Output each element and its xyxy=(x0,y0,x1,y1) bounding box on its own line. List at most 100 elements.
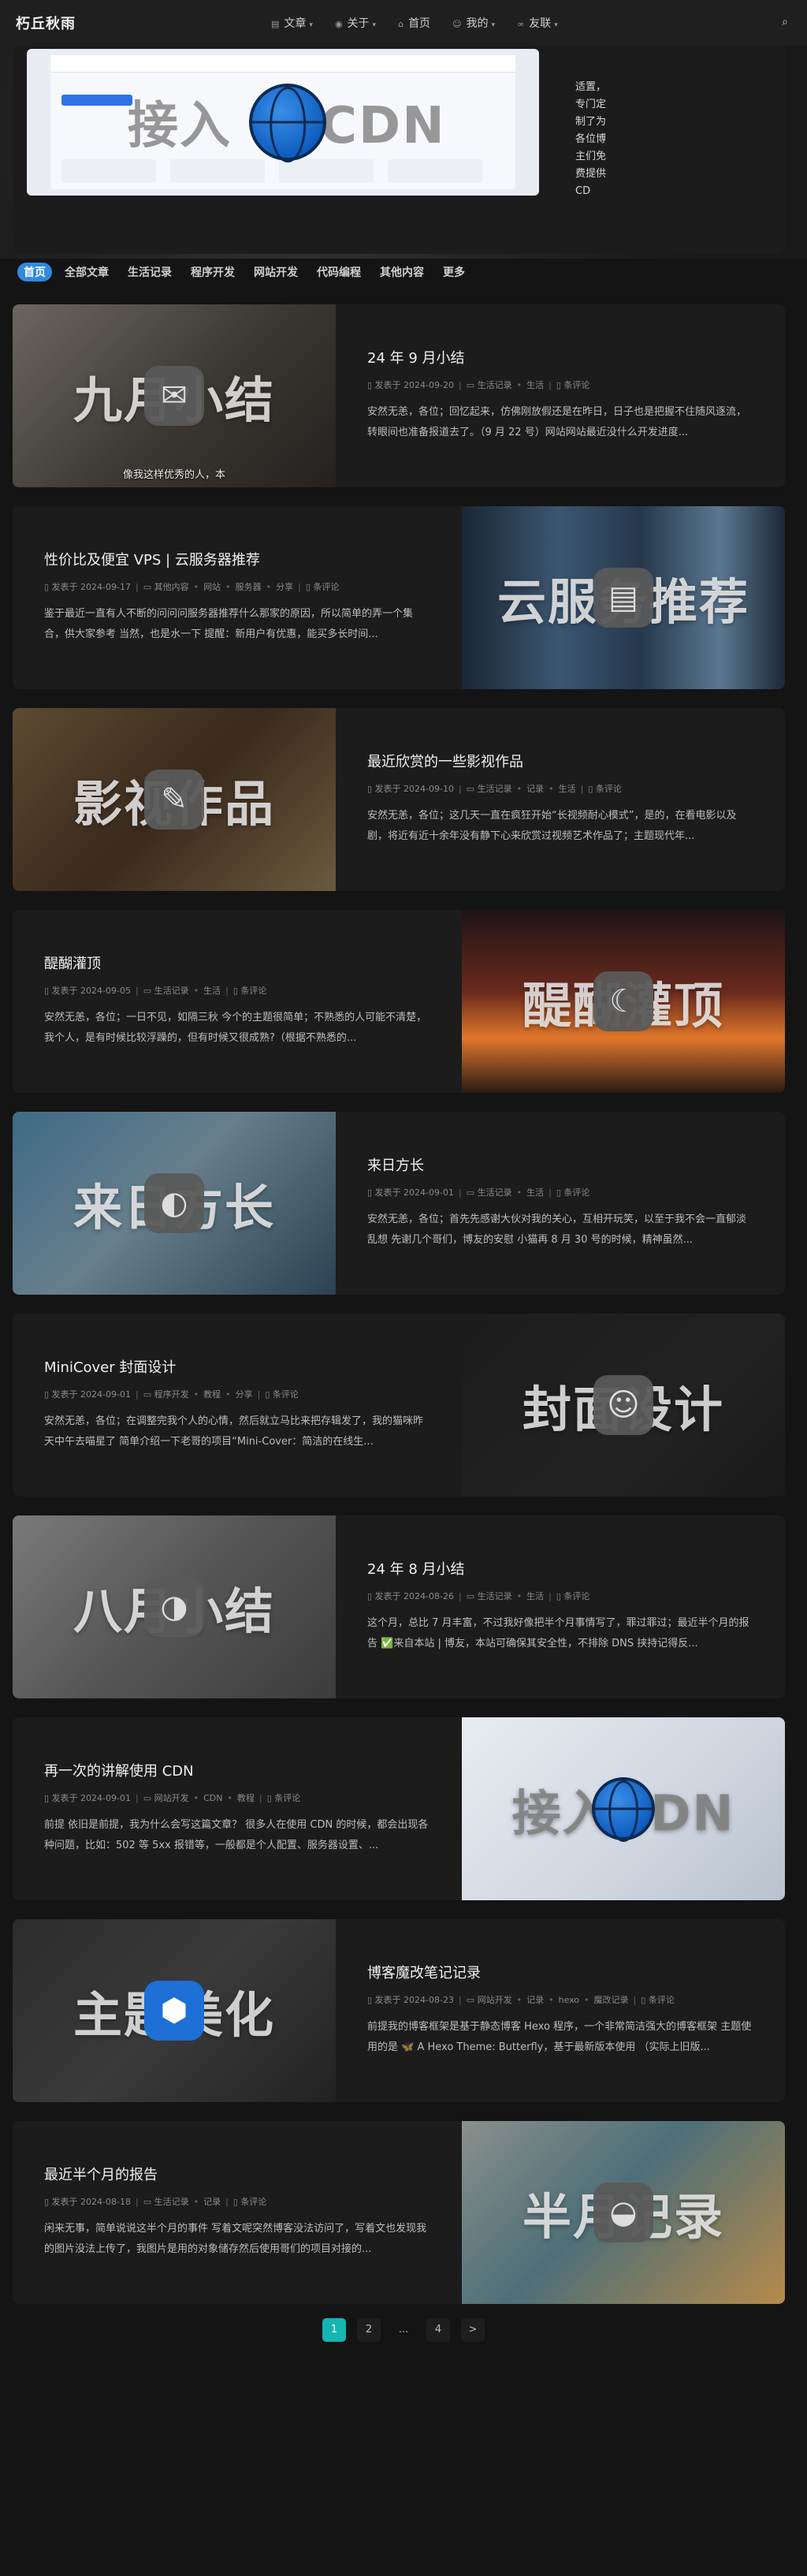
post-thumbnail[interactable]: 醍醐灌顶☾ xyxy=(462,910,785,1093)
post-comments[interactable]: ▯ 条评论 xyxy=(588,784,622,794)
page-2[interactable]: 2 xyxy=(357,2318,381,2342)
menu-item-home[interactable]: ⌂ 首页 xyxy=(398,15,430,31)
post-tag[interactable]: hexo xyxy=(559,1995,579,2005)
post-tag[interactable]: 记录 xyxy=(526,784,544,794)
menu-item-articles[interactable]: ▤ 文章 ▾ xyxy=(271,15,313,31)
post-category[interactable]: ▭ 网站开发 xyxy=(467,1995,512,2005)
featured-card[interactable]: 接入 CDN 适置，专门定制了为各位博主们免费提供CD xyxy=(13,41,785,254)
post-excerpt: 安然无恙，各位；一日不见，如隔三秋 今个的主题很简单；不熟悉的人可能不清楚，我个… xyxy=(44,1012,427,1044)
post-card[interactable]: 主题美化⬢博客魔改笔记记录▯ 发表于 2024-08-23|▭ 网站开发•记录•… xyxy=(13,1919,785,2102)
category-home[interactable]: 首页 xyxy=(17,263,52,281)
meta-separator: • xyxy=(193,1389,199,1400)
post-comments[interactable]: ▯ 条评论 xyxy=(556,380,590,390)
post-category[interactable]: ▭ 生活记录 xyxy=(467,784,512,794)
post-thumbnail[interactable]: 八月小结◑ xyxy=(13,1515,336,1698)
next-page-button[interactable]: > xyxy=(461,2318,485,2342)
post-comments[interactable]: ▯ 条评论 xyxy=(556,1187,590,1198)
post-card[interactable]: 云服务推荐▤ 性价比及便宜 VPS | 云服务器推荐 ▯ 发表于 2024-09-1… xyxy=(13,506,785,689)
post-title[interactable]: 博客魔改笔记记录 xyxy=(367,1962,755,1982)
post-tag[interactable]: CDN xyxy=(203,1793,222,1803)
post-thumbnail[interactable]: 影视作品✎ xyxy=(13,708,336,891)
post-tag[interactable]: 分享 xyxy=(276,582,293,592)
post-comments[interactable]: ▯ 条评论 xyxy=(233,2197,267,2207)
post-card[interactable]: 影视作品✎ 最近欣赏的一些影视作品 ▯ 发表于 2024-09-10 | ▭ 生活记录 •… xyxy=(13,708,785,891)
post-comments[interactable]: ▯ 条评论 xyxy=(267,1793,301,1803)
meta-separator: | xyxy=(258,1793,262,1803)
post-category[interactable]: ▭ 程序开发 xyxy=(143,1389,189,1400)
category-program[interactable]: 程序开发 xyxy=(184,263,241,281)
post-card[interactable]: 八月小结◑ 24 年 8 月小结 ▯ 发表于 2024-08-26 | ▭ 生活记录 •生… xyxy=(13,1515,785,1698)
post-category[interactable]: ▭ 其他内容 xyxy=(143,582,189,592)
post-comments[interactable]: ▯ 条评论 xyxy=(641,1995,675,2005)
post-date: ▯ 发表于 2024-09-20 xyxy=(367,380,454,390)
post-title[interactable]: 性价比及便宜 VPS | 云服务器推荐 xyxy=(44,549,432,569)
post-card[interactable]: 封面设计☺ MiniCover 封面设计 ▯ 发表于 2024-09-01 | ▭ 程序… xyxy=(13,1314,785,1497)
post-card[interactable]: 半月记录◒ 最近半个月的报告 ▯ 发表于 2024-08-18 | ▭ 生活记录 • 记录 |… xyxy=(13,2121,785,2304)
post-tag[interactable]: 魔改记录 xyxy=(594,1995,629,2005)
post-card[interactable]: 醍醐灌顶☾ 醍醐灌顶 ▯ 发表于 2024-09-05 | ▭ 生活记录 • 生活 | ▯ 条评… xyxy=(13,910,785,1093)
globe-icon xyxy=(592,1777,655,1840)
category-bar: 首页 全部文章 生活记录 程序开发 网站开发 代码编程 其他内容 更多 xyxy=(17,262,471,282)
post-category[interactable]: ▭ 生活记录 xyxy=(467,1591,512,1601)
chevron-down-icon: ▾ xyxy=(309,21,313,29)
post-card[interactable]: 来日方长◐ 来日方长 ▯ 发表于 2024-09-01 | ▭ 生活记录 •生活 | ▯ 条评… xyxy=(13,1112,785,1295)
post-tag[interactable]: 生活 xyxy=(559,784,576,794)
post-title[interactable]: 24 年 9 月小结 xyxy=(367,347,755,367)
category-other[interactable]: 其他内容 xyxy=(374,263,430,281)
post-date: ▯ 发表于 2024-09-01 xyxy=(44,1389,131,1400)
post-tag[interactable]: 生活 xyxy=(203,986,221,996)
search-icon[interactable]: ⌕ xyxy=(782,16,788,28)
post-card[interactable]: 九月小结✉像我这样优秀的人，本 24 年 9 月小结 ▯ 发表于 2024-09-2… xyxy=(13,304,785,487)
post-thumbnail[interactable]: 九月小结✉像我这样优秀的人，本 xyxy=(13,304,336,487)
post-category[interactable]: ▭ 生活记录 xyxy=(143,2197,189,2207)
post-tag[interactable]: 记录 xyxy=(203,2197,221,2207)
post-thumbnail[interactable]: 主题美化⬢ xyxy=(13,1919,336,2102)
post-tag[interactable]: 服务器 xyxy=(236,582,262,592)
post-info: 来日方长 ▯ 发表于 2024-09-01 | ▭ 生活记录 • 生活 | ▯ 条评论 安然无恙… xyxy=(336,1112,777,1295)
category-life[interactable]: 生活记录 xyxy=(121,263,178,281)
post-tag[interactable]: 生活 xyxy=(526,1187,544,1198)
category-all[interactable]: 全部文章 xyxy=(58,263,115,281)
menu-item-friends[interactable]: ∞ 友联 ▾ xyxy=(517,15,558,31)
post-title[interactable]: MiniCover 封面设计 xyxy=(44,1356,432,1377)
page-1[interactable]: 1 xyxy=(322,2318,346,2342)
menu-item-about[interactable]: ◉ 关于 ▾ xyxy=(335,15,376,31)
post-category[interactable]: ▭ 生活记录 xyxy=(143,986,189,996)
post-comments[interactable]: ▯ 条评论 xyxy=(233,986,267,996)
page-4[interactable]: 4 xyxy=(426,2318,450,2342)
post-title[interactable]: 最近欣赏的一些影视作品 xyxy=(367,751,755,771)
post-card[interactable]: 接入CDN 再一次的讲解使用 CDN ▯ 发表于 2024-09-01 | ▭ 网站开发… xyxy=(13,1717,785,1900)
post-thumbnail[interactable]: 封面设计☺ xyxy=(462,1314,785,1497)
post-tag[interactable]: 分享 xyxy=(236,1389,253,1400)
category-code[interactable]: 代码编程 xyxy=(311,263,367,281)
post-tag[interactable]: 生活 xyxy=(526,1591,544,1601)
post-tag[interactable]: 教程 xyxy=(203,1389,221,1400)
post-title[interactable]: 24 年 8 月小结 xyxy=(367,1558,755,1579)
post-title[interactable]: 再一次的讲解使用 CDN xyxy=(44,1760,432,1780)
post-thumbnail[interactable]: 接入CDN xyxy=(462,1717,785,1900)
post-tag[interactable]: 教程 xyxy=(237,1793,255,1803)
category-more[interactable]: 更多 xyxy=(437,263,471,281)
post-info: 24 年 8 月小结 ▯ 发表于 2024-08-26 | ▭ 生活记录 • 生活 | ▯ 条… xyxy=(336,1515,777,1698)
post-title[interactable]: 醍醐灌顶 xyxy=(44,952,432,973)
post-tag[interactable]: 记录 xyxy=(526,1995,544,2005)
menu-item-mine[interactable]: ☺ 我的 ▾ xyxy=(452,15,495,31)
post-category[interactable]: ▭ 网站开发 xyxy=(143,1793,189,1803)
post-tag[interactable]: 生活 xyxy=(526,380,544,390)
post-title[interactable]: 来日方长 xyxy=(367,1154,755,1175)
post-thumbnail[interactable]: 半月记录◒ xyxy=(462,2121,785,2304)
post-comments[interactable]: ▯ 条评论 xyxy=(556,1591,590,1601)
post-thumbnail[interactable]: 云服务推荐▤ xyxy=(462,506,785,689)
post-category[interactable]: ▭ 生活记录 xyxy=(467,380,512,390)
site-brand[interactable]: 朽丘秋雨 xyxy=(16,13,76,33)
post-title[interactable]: 最近半个月的报告 xyxy=(44,2164,432,2184)
post-tag[interactable]: 网站 xyxy=(203,582,221,592)
category-web[interactable]: 网站开发 xyxy=(247,263,304,281)
post-thumbnail[interactable]: 来日方长◐ xyxy=(13,1112,336,1295)
featured-image[interactable]: 接入 CDN xyxy=(27,49,539,196)
meta-separator: | xyxy=(257,1389,261,1400)
mock-button xyxy=(61,95,132,106)
post-comments[interactable]: ▯ 条评论 xyxy=(265,1389,299,1400)
post-comments[interactable]: ▯ 条评论 xyxy=(306,582,340,592)
post-category[interactable]: ▭ 生活记录 xyxy=(467,1187,512,1198)
